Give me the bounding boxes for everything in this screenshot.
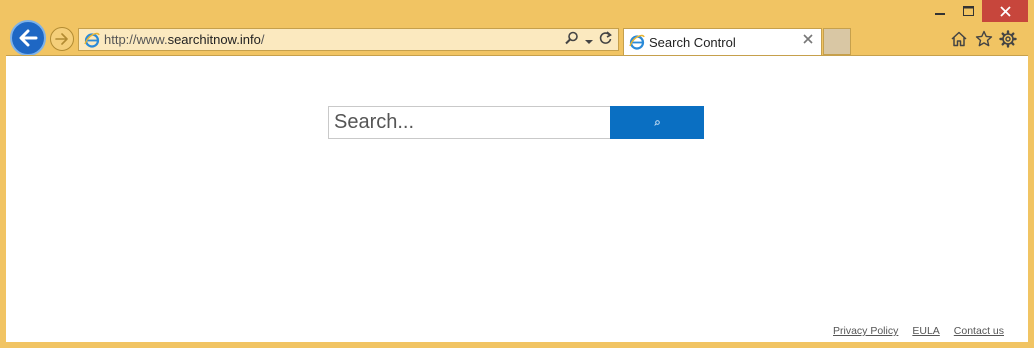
maximize-button[interactable] bbox=[954, 0, 982, 22]
tab-title: Search Control bbox=[649, 34, 736, 50]
title-bar: http://www.searchitnow.info/ Search Cont… bbox=[0, 0, 1034, 56]
search-icon bbox=[654, 119, 660, 126]
tab-search-control[interactable]: Search Control bbox=[623, 28, 822, 55]
close-icon bbox=[999, 5, 1011, 17]
search-input[interactable] bbox=[328, 106, 610, 139]
url-domain: searchitnow.info bbox=[167, 32, 261, 47]
forward-button[interactable] bbox=[50, 27, 74, 51]
search-button[interactable] bbox=[610, 106, 704, 139]
url-suffix: / bbox=[260, 32, 265, 47]
url-prefix: http://www. bbox=[104, 32, 168, 47]
back-arrow-icon bbox=[19, 29, 38, 47]
privacy-policy-link[interactable]: Privacy Policy bbox=[833, 325, 898, 337]
browser-window: http://www.searchitnow.info/ Search Cont… bbox=[0, 0, 1034, 348]
refresh-icon[interactable] bbox=[599, 31, 612, 50]
page-content: Privacy Policy EULA Contact us bbox=[6, 55, 1028, 342]
home-icon[interactable] bbox=[950, 30, 968, 48]
address-bar-tools bbox=[565, 31, 612, 50]
minimize-button[interactable] bbox=[926, 0, 954, 22]
star-icon[interactable] bbox=[975, 30, 993, 48]
gear-icon[interactable] bbox=[999, 30, 1017, 48]
footer-links: Privacy Policy EULA Contact us bbox=[833, 325, 1004, 337]
forward-arrow-icon bbox=[55, 33, 68, 45]
new-tab-button[interactable] bbox=[823, 28, 851, 55]
address-bar[interactable]: http://www.searchitnow.info/ bbox=[78, 28, 619, 51]
back-button[interactable] bbox=[10, 20, 46, 56]
search-icon[interactable] bbox=[565, 31, 579, 50]
close-window-button[interactable] bbox=[982, 0, 1028, 22]
maximize-icon bbox=[962, 6, 974, 16]
search-form bbox=[328, 106, 704, 139]
contact-us-link[interactable]: Contact us bbox=[954, 325, 1004, 337]
ie-logo-icon bbox=[629, 34, 645, 50]
minimize-icon bbox=[935, 13, 945, 15]
ie-logo-icon bbox=[84, 32, 100, 48]
url-text[interactable]: http://www.searchitnow.info/ bbox=[104, 32, 264, 47]
eula-link[interactable]: EULA bbox=[912, 325, 939, 337]
close-icon[interactable] bbox=[803, 34, 815, 46]
dropdown-icon[interactable] bbox=[585, 32, 593, 50]
